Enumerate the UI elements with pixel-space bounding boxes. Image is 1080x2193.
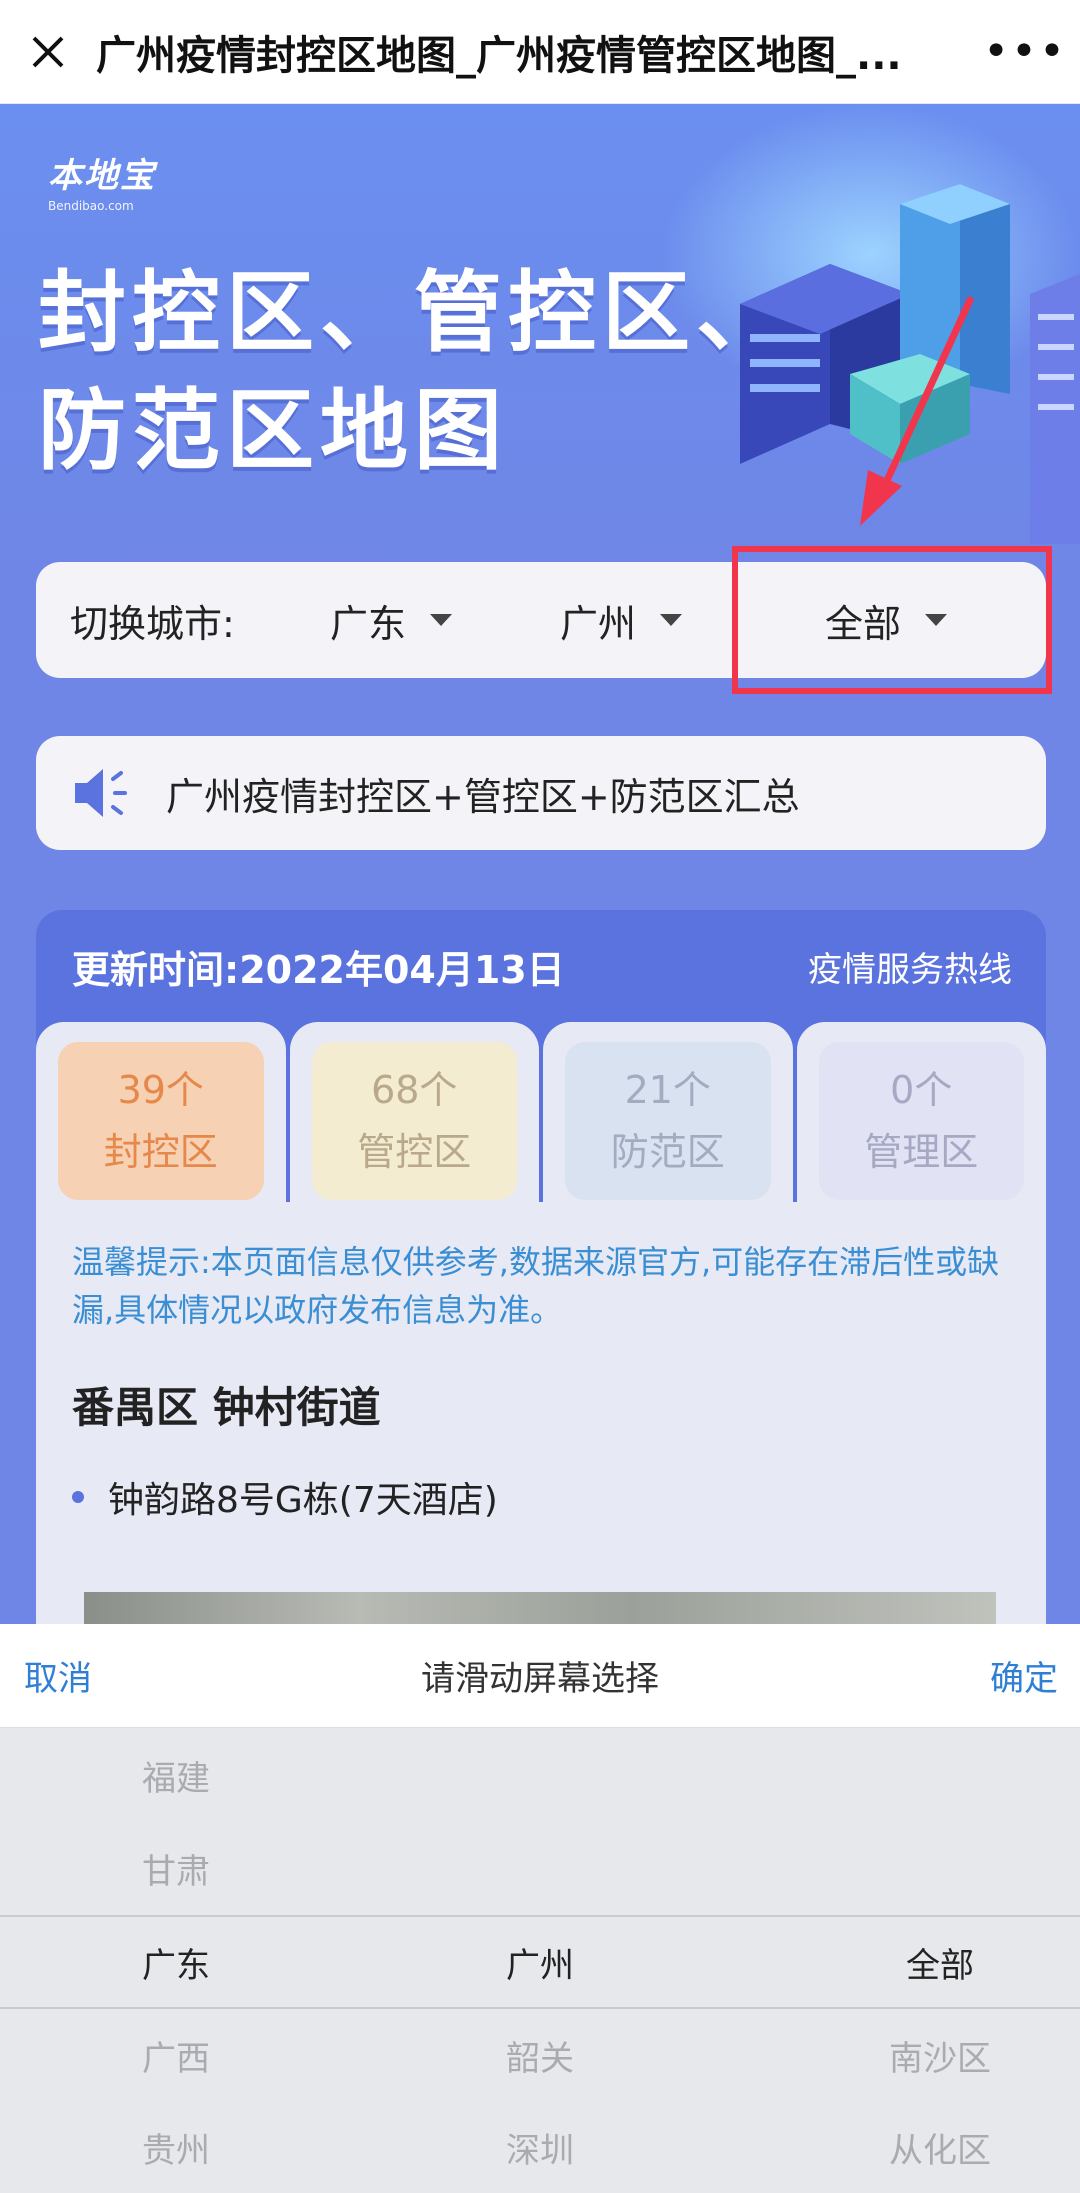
tab-label: 管理区 xyxy=(864,1130,979,1174)
picker-item[interactable]: 从化区 xyxy=(720,2100,1080,2193)
picker-item-selected[interactable]: 广州 xyxy=(360,1915,720,2009)
logo-text: 本地宝 xyxy=(48,156,156,196)
hero-title-line2: 防范区地图 xyxy=(38,379,509,482)
top-bar: 广州疫情封控区地图_广州疫情管控区地图_... ••• xyxy=(0,0,1080,104)
picker-item[interactable]: 韶关 xyxy=(360,2008,720,2102)
tab-count: 21个 xyxy=(624,1068,711,1112)
red-arrow-icon xyxy=(860,296,974,526)
page-title: 广州疫情封控区地图_广州疫情管控区地图_... xyxy=(96,32,902,79)
province-wheel[interactable]: 福建 甘肃 广东 广西 贵州 xyxy=(0,1728,360,2193)
picker-item[interactable]: 贵州 xyxy=(0,2100,360,2193)
picker-item-selected[interactable]: 全部 xyxy=(720,1915,1080,2009)
tab-count: 0个 xyxy=(890,1068,953,1112)
hero-title: 封控区、管控区、 防范区地图 xyxy=(38,254,790,490)
cancel-button[interactable]: 取消 xyxy=(0,1651,200,1700)
picker-wheel[interactable]: 福建 甘肃 广东 广西 贵州 广州 韶关 深圳 全部 南沙区 从化区 xyxy=(0,1728,1080,2193)
picker-prompt: 请滑动屏幕选择 xyxy=(421,1659,659,1699)
tab-count: 39个 xyxy=(117,1068,204,1112)
tab-controlled-zone[interactable]: 68个 管控区 xyxy=(289,1022,539,1202)
bendibao-logo: 本地宝 Bendibao.com xyxy=(48,148,156,213)
picker-item[interactable]: 福建 xyxy=(0,1728,360,1822)
tab-management-zone[interactable]: 0个 管理区 xyxy=(796,1022,1046,1202)
picker-header: 取消 请滑动屏幕选择 确定 xyxy=(0,1624,1080,1728)
tab-prevention-zone[interactable]: 21个 防范区 xyxy=(543,1022,793,1202)
province-value: 广东 xyxy=(329,601,406,646)
picker-item[interactable]: 南沙区 xyxy=(720,2008,1080,2102)
info-card: 更新时间:2022年04月13日 疫情服务热线 39个 封控区 68个 管控区 … xyxy=(36,910,1046,1630)
warm-tip: 温馨提示:本页面信息仅供参考,数据来源官方,可能存在滞后性或缺漏,具体情况以政府… xyxy=(72,1243,1000,1329)
tab-label: 防范区 xyxy=(610,1130,725,1174)
city-select[interactable]: 广州 xyxy=(506,593,736,648)
picker-item[interactable]: 甘肃 xyxy=(0,1821,360,1915)
city-switcher-label: 切换城市: xyxy=(70,601,235,646)
notice-bar[interactable]: 广州疫情封控区+管控区+防范区汇总 xyxy=(36,736,1046,850)
picker-item[interactable]: 深圳 xyxy=(360,2100,720,2193)
district-heading: 番禺区 钟村街道 xyxy=(72,1383,381,1432)
more-button[interactable]: ••• xyxy=(970,0,1080,104)
tab-label: 封控区 xyxy=(103,1130,218,1174)
speaker-icon xyxy=(36,765,166,821)
city-wheel[interactable]: 广州 韶关 深圳 xyxy=(360,1728,720,2193)
tab-count: 68个 xyxy=(371,1068,458,1112)
close-icon xyxy=(32,36,64,67)
zone-tabs: 39个 封控区 68个 管控区 21个 防范区 0个 管理区 xyxy=(36,1022,1046,1202)
info-header: 更新时间:2022年04月13日 疫情服务热线 xyxy=(36,910,1046,1022)
logo-subtext: Bendibao.com xyxy=(48,199,134,213)
info-body: 温馨提示:本页面信息仅供参考,数据来源官方,可能存在滞后性或缺漏,具体情况以政府… xyxy=(36,1202,1046,1630)
close-button[interactable] xyxy=(0,0,96,104)
picker-item-selected[interactable]: 广东 xyxy=(0,1915,360,2009)
update-time: 更新时间:2022年04月13日 xyxy=(72,947,565,992)
place-name: 钟韵路8号G栋(7天酒店) xyxy=(108,1480,498,1521)
hero-title-line1: 封控区、管控区、 xyxy=(38,261,791,364)
tab-sealed-zone[interactable]: 39个 封控区 xyxy=(36,1022,286,1202)
notice-text: 广州疫情封控区+管控区+防范区汇总 xyxy=(166,774,800,819)
hotline-link[interactable]: 疫情服务热线 xyxy=(808,942,1012,991)
caret-down-icon xyxy=(430,614,452,626)
confirm-button[interactable]: 确定 xyxy=(880,1651,1080,1700)
bullet-dot-icon xyxy=(72,1491,84,1503)
highlight-annotation-box xyxy=(732,546,1052,694)
province-select[interactable]: 广东 xyxy=(276,593,506,648)
caret-down-icon xyxy=(660,614,682,626)
list-item: 钟韵路8号G栋(7天酒店) xyxy=(72,1471,1010,1523)
tab-label: 管控区 xyxy=(357,1130,472,1174)
city-value: 广州 xyxy=(559,601,636,646)
picker-item[interactable]: 广西 xyxy=(0,2008,360,2102)
district-wheel[interactable]: 全部 南沙区 从化区 xyxy=(720,1728,1080,2193)
